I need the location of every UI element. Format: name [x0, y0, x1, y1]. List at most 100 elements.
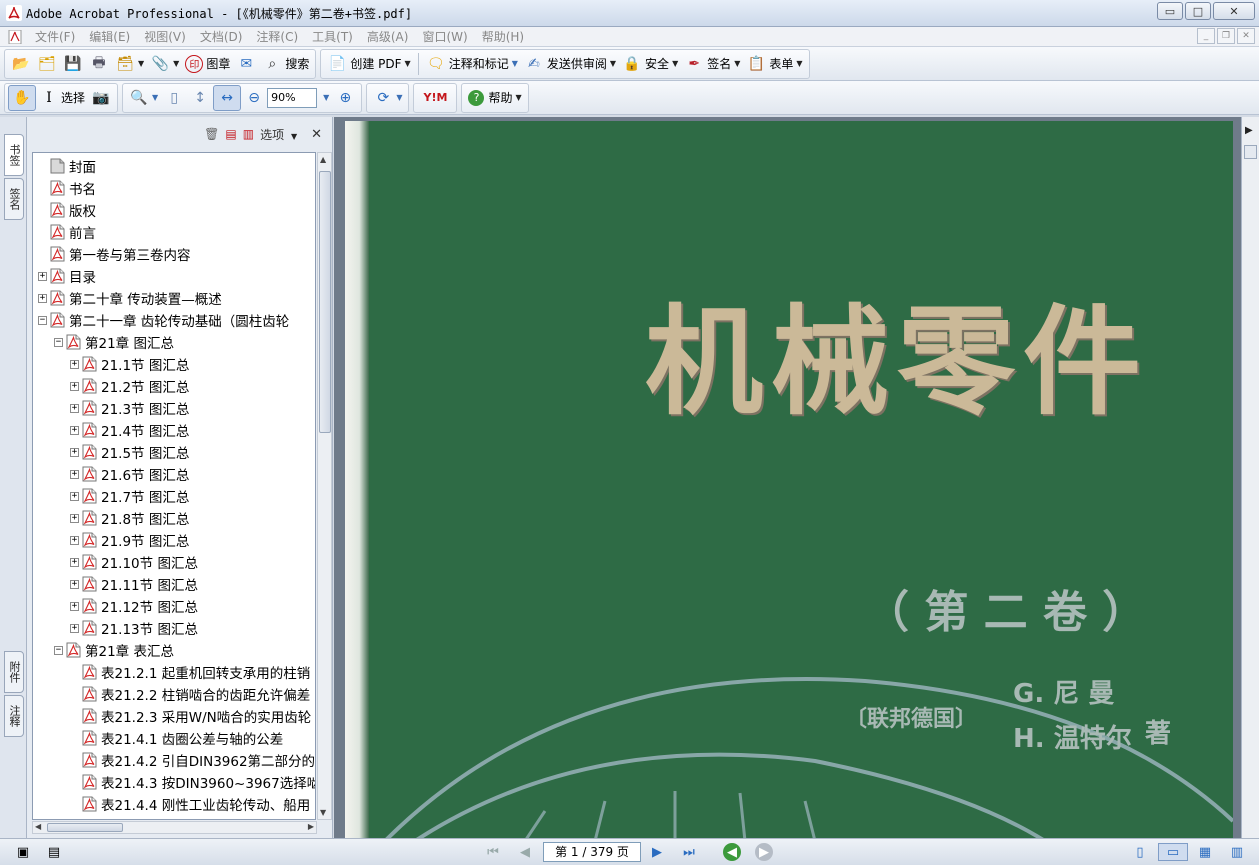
expand-icon[interactable]: +	[70, 579, 79, 589]
organizer-button[interactable]: 🗂	[34, 51, 60, 77]
attach-button[interactable]: 📎 ▼	[147, 51, 182, 77]
email-button[interactable]: ✉	[233, 51, 259, 77]
close-panel-button[interactable]: ✕	[311, 127, 322, 142]
bookmark-item[interactable]: +21.7节 图汇总	[70, 485, 189, 507]
scroll-right-arrow-icon[interactable]: ▶	[1245, 125, 1253, 136]
expand-icon[interactable]: +	[70, 623, 79, 633]
expand-icon[interactable]: +	[70, 469, 79, 479]
menu-comments[interactable]: 注释(C)	[249, 28, 305, 45]
bookmark-item[interactable]: 表21.2.3 采用W/N啮合的实用齿轮	[70, 705, 311, 727]
bookmark-item[interactable]: +21.11节 图汇总	[70, 573, 198, 595]
menu-advanced[interactable]: 高级(A)	[360, 28, 416, 45]
facing-pages-icon[interactable]: ▦	[1196, 843, 1214, 861]
stamp-button[interactable]: 印图章	[182, 51, 233, 77]
collapse-icon[interactable]: −	[38, 315, 47, 325]
search-button[interactable]: ⌕ 搜索	[259, 51, 312, 77]
single-page-icon[interactable]: ▯	[1131, 843, 1149, 861]
expand-icon[interactable]: +	[70, 513, 79, 523]
bookmark-item[interactable]: +21.4节 图汇总	[70, 419, 189, 441]
bookmark-item[interactable]: +21.8节 图汇总	[70, 507, 189, 529]
options-button[interactable]: 选项 ▼	[260, 126, 297, 143]
go-back-icon[interactable]: ◀	[723, 843, 741, 861]
bookmark-item[interactable]: 表21.4.3 按DIN3960~3967选择啮合	[70, 771, 315, 793]
bookmark-item[interactable]: +21.2节 图汇总	[70, 375, 189, 397]
collapse-icon[interactable]: −	[54, 645, 63, 655]
tab-attachments[interactable]: 附件	[4, 651, 24, 693]
fit-page-button[interactable]: ↕	[187, 85, 213, 111]
zoom-in-tool-button[interactable]: 🔍 ▼	[126, 85, 161, 111]
rotate-button[interactable]: ⟳ ▼	[370, 85, 405, 111]
bookmark-item[interactable]: +21.1节 图汇总	[70, 353, 189, 375]
expand-icon[interactable]: +	[70, 557, 79, 567]
forms-button[interactable]: 📋 表单 ▼	[743, 51, 805, 77]
zoom-input[interactable]: 90%	[267, 87, 318, 108]
bookmark-item[interactable]: +21.12节 图汇总	[70, 595, 198, 617]
bookmark-item[interactable]: − 第二十一章 齿轮传动基础（圆柱齿轮	[38, 309, 289, 331]
zoom-out-button[interactable]: ⊖	[241, 85, 267, 111]
hand-tool-button[interactable]: ✋	[8, 84, 36, 111]
expand-icon[interactable]: +	[70, 403, 79, 413]
bookmark-item[interactable]: +21.9节 图汇总	[70, 529, 189, 551]
expand-icon[interactable]: +	[70, 359, 79, 369]
maximize-button[interactable]: □	[1185, 2, 1211, 20]
bookmark-item[interactable]: − 第21章 图汇总	[54, 331, 174, 353]
go-forward-icon[interactable]: ▶	[755, 843, 773, 861]
bookmark-item[interactable]: 书名	[38, 177, 96, 199]
bookmark-item[interactable]: 表21.4.2 引自DIN3962第二部分的	[70, 749, 315, 771]
menu-help[interactable]: 帮助(H)	[475, 28, 531, 45]
print-button[interactable]: 🖶	[86, 51, 112, 77]
bookmark-item[interactable]: − 第21章 表汇总	[54, 639, 174, 661]
last-page-icon[interactable]: ⏭	[680, 843, 698, 861]
tab-signatures[interactable]: 签名	[4, 178, 24, 220]
send-review-button[interactable]: ✍ 发送供审阅 ▼	[521, 51, 619, 77]
document-properties-icon[interactable]: ▤	[45, 843, 63, 861]
bookmark-item[interactable]: 前言	[38, 221, 96, 243]
minimize-button[interactable]: ▭	[1157, 2, 1183, 20]
snapshot-button[interactable]: 📷	[88, 85, 114, 111]
expand-icon[interactable]: +	[38, 293, 47, 303]
menu-tools[interactable]: 工具(T)	[305, 28, 360, 45]
bookmark-item[interactable]: 封面	[38, 155, 96, 177]
bookmark-item[interactable]: +21.13节 图汇总	[70, 617, 198, 639]
expand-icon[interactable]: +	[70, 425, 79, 435]
bookmark-item[interactable]: 第一卷与第三卷内容	[38, 243, 191, 265]
expand-icon[interactable]: +	[70, 601, 79, 611]
doc-restore-button[interactable]: ❐	[1217, 28, 1235, 44]
create-pdf-button[interactable]: 📄 创建 PDF ▼	[324, 51, 413, 77]
zoom-dropdown[interactable]: ▼	[317, 85, 332, 111]
select-tool-button[interactable]: I 选择	[36, 85, 88, 111]
continuous-page-icon[interactable]: ▭	[1158, 843, 1188, 861]
tasks-button[interactable]: 🗃 ▼	[112, 51, 147, 77]
security-button[interactable]: 🔒 安全 ▼	[619, 51, 681, 77]
expand-icon[interactable]: +	[70, 491, 79, 501]
bookmark-item[interactable]: 版权	[38, 199, 96, 221]
close-button[interactable]: ✕	[1213, 2, 1255, 20]
bookmark-item[interactable]: +21.3节 图汇总	[70, 397, 189, 419]
page-number-field[interactable]: 第 1 / 379 页	[543, 842, 641, 862]
continuous-facing-icon[interactable]: ▥	[1228, 843, 1246, 861]
pages-panel-icon[interactable]: ▣	[14, 843, 32, 861]
first-page-icon[interactable]: ⏮	[484, 843, 502, 861]
tab-bookmarks[interactable]: 书签	[4, 134, 24, 176]
expand-icon[interactable]: +	[70, 381, 79, 391]
doc-close-button[interactable]: ✕	[1237, 28, 1255, 44]
bookmark-properties-button[interactable]: ▥	[243, 127, 254, 141]
next-page-icon[interactable]: ▶	[648, 843, 666, 861]
fit-width-button[interactable]: ↔	[213, 84, 242, 111]
bookmark-item[interactable]: 表21.4.4 刚性工业齿轮传动、船用	[70, 793, 310, 815]
bookmark-item[interactable]: 表21.4.1 齿圈公差与轴的公差	[70, 727, 283, 749]
scroll-thumb[interactable]	[47, 823, 123, 832]
collapse-icon[interactable]: −	[54, 337, 63, 347]
bookmark-item[interactable]: + 目录	[38, 265, 96, 287]
bookmark-item[interactable]: 表21.2.2 柱销啮合的齿距允许偏差	[70, 683, 310, 705]
delete-bookmark-button[interactable]: 🗑	[204, 127, 219, 141]
expand-icon[interactable]: +	[70, 447, 79, 457]
bookmark-item[interactable]: +21.5节 图汇总	[70, 441, 189, 463]
new-bookmark-button[interactable]: ▤	[225, 127, 236, 141]
expand-icon[interactable]: +	[70, 535, 79, 545]
bookmarks-horizontal-scrollbar[interactable]: ◀ ▶	[32, 821, 317, 834]
bookmark-item[interactable]: + 第二十章 传动装置—概述	[38, 287, 222, 309]
bookmarks-vertical-scrollbar[interactable]: ▲ ▼	[317, 152, 332, 820]
bookmark-item[interactable]: 表21.2.1 起重机回转支承用的柱销	[70, 661, 310, 683]
save-button[interactable]: 💾	[60, 51, 86, 77]
